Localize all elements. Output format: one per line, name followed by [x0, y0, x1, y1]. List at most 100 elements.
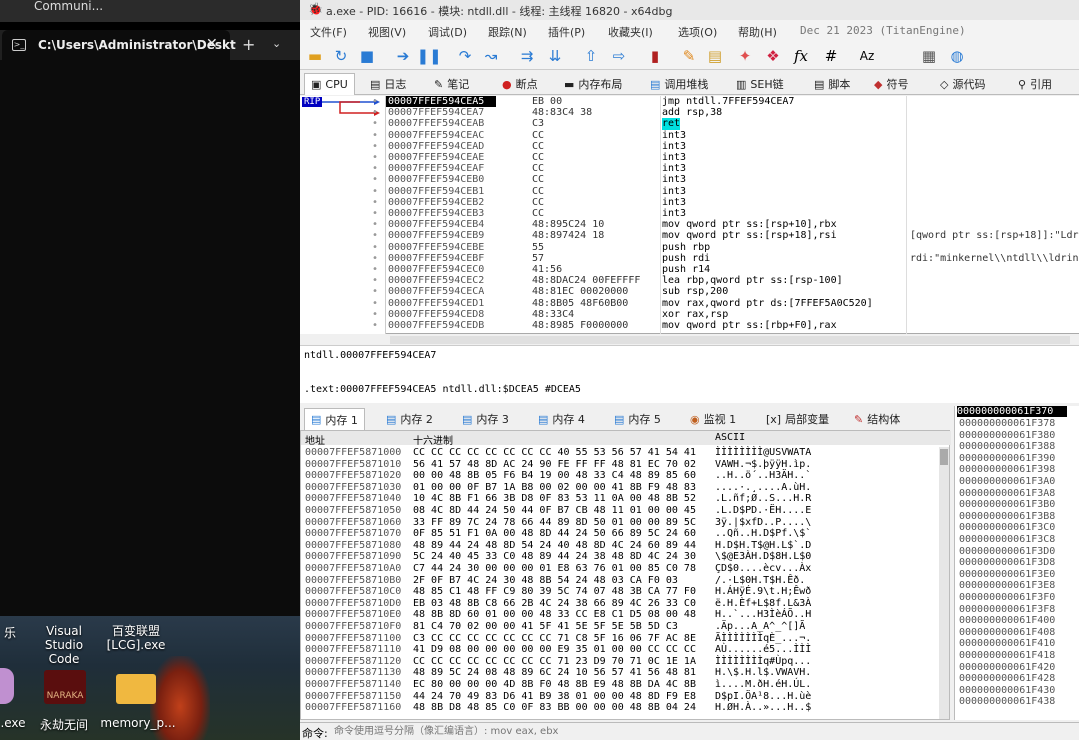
- breakpoint-dot[interactable]: •: [372, 230, 378, 241]
- app-icon[interactable]: [0, 668, 14, 704]
- breakpoint-dot[interactable]: •: [372, 275, 378, 286]
- hex-dump[interactable]: 地址 十六进制 ASCII 00007FFEF5871000 CC CC CC C…: [300, 430, 951, 720]
- globe-icon[interactable]: ◍: [946, 45, 968, 67]
- tab-locals[interactable]: [x] 局部变量: [760, 408, 835, 430]
- tab-references[interactable]: ⚲ 引用: [1012, 73, 1058, 95]
- tab-dump-4[interactable]: ▤ 内存 4: [532, 408, 591, 430]
- dump-ascii: VAWH.¬$.þÿÿH.ìp.: [715, 458, 812, 470]
- tab-dump-3[interactable]: ▤ 内存 3: [456, 408, 515, 430]
- desktop-icon-1[interactable]: 乐: [0, 624, 20, 641]
- breakpoint-dot[interactable]: •: [372, 96, 378, 107]
- stack-view[interactable]: 000000000061F370 000000000061F378 0000000…: [954, 406, 1079, 720]
- menu-favourites[interactable]: 收藏夹(I): [608, 24, 653, 40]
- tab-log[interactable]: ▤ 日志: [364, 73, 412, 95]
- scylla-icon[interactable]: ▮: [644, 45, 666, 67]
- tab-source[interactable]: ◇ 源代码: [934, 73, 991, 95]
- desktop-icon-game[interactable]: 百变联盟 [LCG].exe: [104, 624, 168, 652]
- open-icon[interactable]: ▬: [304, 45, 326, 67]
- restart-icon[interactable]: ↻: [330, 45, 352, 67]
- terminal-tab[interactable]: >_ C:\Users\Administrator\Deskt ✕: [2, 30, 236, 60]
- tab-dump-5[interactable]: ▤ 内存 5: [608, 408, 667, 430]
- hash-icon[interactable]: #: [820, 45, 842, 67]
- tab-memory-map[interactable]: ▬ 内存布局: [558, 73, 628, 95]
- breakpoint-dot[interactable]: •: [372, 264, 378, 275]
- tab-watch-1[interactable]: ◉ 监视 1: [684, 408, 742, 430]
- horizontal-scrollbar[interactable]: [390, 336, 1070, 344]
- tab-symbols[interactable]: ◆ 符号: [868, 73, 914, 95]
- step-into-icon[interactable]: ↷: [454, 45, 476, 67]
- comment-icon[interactable]: ▤: [704, 45, 726, 67]
- label-icon[interactable]: ✦: [734, 45, 756, 67]
- breakpoint-dot[interactable]: •: [372, 163, 378, 174]
- bookmark-icon[interactable]: ❖: [762, 45, 784, 67]
- menu-help[interactable]: 帮助(H): [738, 24, 777, 40]
- folder-icon[interactable]: [116, 674, 156, 704]
- tab-seh[interactable]: ▥ SEH链: [730, 73, 790, 95]
- breakpoint-dot[interactable]: •: [372, 286, 378, 297]
- calculator-icon[interactable]: ▦: [918, 45, 940, 67]
- menu-debug[interactable]: 调试(D): [428, 24, 467, 40]
- run-icon[interactable]: ➔: [392, 45, 414, 67]
- patch-icon[interactable]: ✎: [678, 45, 700, 67]
- chevron-down-icon[interactable]: ⌄: [272, 37, 281, 50]
- menu-options[interactable]: 选项(O): [678, 24, 717, 40]
- breakpoint-dot[interactable]: •: [372, 219, 378, 230]
- stack-address: 000000000061F3A8: [959, 487, 1056, 499]
- desktop-icon-exe[interactable]: .exe: [0, 716, 26, 730]
- dump-ascii: /.·L$0H.T$H.Êð.: [715, 574, 806, 586]
- breakpoint-dot[interactable]: •: [372, 197, 378, 208]
- breakpoint-dot[interactable]: •: [372, 174, 378, 185]
- breakpoint-dot[interactable]: •: [372, 186, 378, 197]
- stack-address: 000000000061F3F0: [959, 592, 1056, 603]
- tab-dump-2[interactable]: ▤ 内存 2: [380, 408, 439, 430]
- vertical-scrollbar[interactable]: [939, 447, 949, 719]
- desktop-icon-vscode[interactable]: Visual Studio Code: [28, 624, 100, 666]
- col-address: 地址: [305, 436, 325, 447]
- trace-into-icon[interactable]: ⇉: [516, 45, 538, 67]
- menu-plugins[interactable]: 插件(P): [548, 24, 585, 40]
- pause-icon[interactable]: ❚❚: [416, 45, 441, 67]
- menu-file[interactable]: 文件(F): [310, 24, 347, 40]
- naraka-icon[interactable]: NARAKA: [44, 670, 86, 704]
- terminal-body[interactable]: [0, 60, 300, 616]
- breakpoint-dot[interactable]: •: [372, 309, 378, 320]
- tab-struct[interactable]: ✎ 结构体: [848, 408, 906, 430]
- disassembly-view[interactable]: RIP 00007FFEF594CEA5 EB 00 jmp ntdll.7FFEF…: [300, 96, 1079, 344]
- function-icon[interactable]: fx: [790, 45, 812, 67]
- menu-trace[interactable]: 跟踪(N): [488, 24, 527, 40]
- breakpoint-dot[interactable]: •: [372, 242, 378, 253]
- new-tab-icon[interactable]: +: [242, 35, 255, 54]
- tab-dump-1[interactable]: ▤ 内存 1: [304, 408, 365, 430]
- menu-view[interactable]: 视图(V): [368, 24, 406, 40]
- breakpoint-dot[interactable]: •: [372, 118, 378, 129]
- breakpoint-dot[interactable]: •: [372, 152, 378, 163]
- tab-notes[interactable]: ✎ 笔记: [428, 73, 475, 95]
- breakpoint-dot[interactable]: •: [372, 253, 378, 264]
- tab-call-stack[interactable]: ▤ 调用堆栈: [644, 73, 714, 95]
- desktop-icon-memory[interactable]: memory_p...: [98, 716, 178, 730]
- tab-script[interactable]: ▤ 脚本: [808, 73, 856, 95]
- run-to-user-code-icon[interactable]: ⇨: [608, 45, 630, 67]
- breakpoint-dot[interactable]: •: [372, 298, 378, 309]
- desktop-icon-naraka[interactable]: 永劫无间: [36, 716, 92, 733]
- font-icon[interactable]: Az: [856, 45, 878, 67]
- stop-icon[interactable]: ■: [356, 45, 378, 67]
- stack-address: 000000000061F408: [959, 626, 1056, 638]
- execute-till-return-icon[interactable]: ⇧: [580, 45, 602, 67]
- command-input[interactable]: [334, 724, 1034, 739]
- instr-address: 00007FFEF594CEA7: [388, 107, 485, 119]
- tab-cpu[interactable]: ▣ CPU: [304, 73, 355, 95]
- close-icon[interactable]: ✕: [206, 36, 218, 52]
- window-title: a.exe - PID: 16616 - 模块: ntdll.dll - 线程:…: [326, 5, 673, 18]
- breakpoint-dot[interactable]: •: [372, 141, 378, 152]
- tab-breakpoints[interactable]: ● 断点: [496, 73, 544, 95]
- breakpoint-dot[interactable]: •: [372, 320, 378, 331]
- breakpoint-dot[interactable]: •: [372, 130, 378, 141]
- instr-address: 00007FFEF594CEBF: [388, 252, 485, 264]
- dump-ascii: ..Qñ..H.D$Pf.\$`: [715, 528, 812, 540]
- step-over-icon[interactable]: ↝: [480, 45, 502, 67]
- watch-icon: ◉: [690, 412, 700, 426]
- breakpoint-dot[interactable]: •: [372, 107, 378, 118]
- trace-over-icon[interactable]: ⇊: [544, 45, 566, 67]
- breakpoint-dot[interactable]: •: [372, 208, 378, 219]
